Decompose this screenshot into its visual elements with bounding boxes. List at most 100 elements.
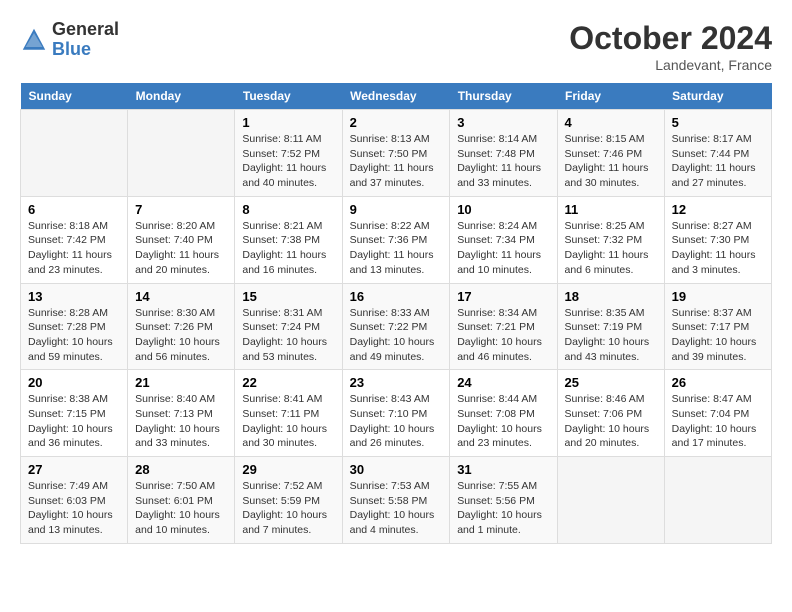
calendar-cell: 4Sunrise: 8:15 AMSunset: 7:46 PMDaylight… <box>557 110 664 197</box>
day-number: 17 <box>457 289 549 304</box>
calendar-cell: 7Sunrise: 8:20 AMSunset: 7:40 PMDaylight… <box>128 196 235 283</box>
day-info: Sunrise: 8:24 AMSunset: 7:34 PMDaylight:… <box>457 220 541 276</box>
day-info: Sunrise: 8:41 AMSunset: 7:11 PMDaylight:… <box>242 393 327 449</box>
day-info: Sunrise: 8:31 AMSunset: 7:24 PMDaylight:… <box>242 307 327 363</box>
calendar-week-3: 13 Sunrise: 8:28 AMSunset: 7:28 PMDayligh… <box>21 283 772 370</box>
logo-general: General <box>52 20 119 40</box>
calendar-cell <box>21 110 128 197</box>
day-number: 9 <box>350 202 443 217</box>
calendar-week-4: 20 Sunrise: 8:38 AMSunset: 7:15 PMDayligh… <box>21 370 772 457</box>
day-info: Sunrise: 8:14 AMSunset: 7:48 PMDaylight:… <box>457 133 541 189</box>
day-info: Sunrise: 8:27 AMSunset: 7:30 PMDaylight:… <box>672 220 756 276</box>
day-number: 20 <box>28 375 120 390</box>
calendar-cell: 9Sunrise: 8:22 AMSunset: 7:36 PMDaylight… <box>342 196 450 283</box>
day-info: Sunrise: 8:25 AMSunset: 7:32 PMDaylight:… <box>565 220 649 276</box>
day-number: 2 <box>350 115 443 130</box>
calendar-cell: 18 Sunrise: 8:35 AMSunset: 7:19 PMDayligh… <box>557 283 664 370</box>
day-number: 24 <box>457 375 549 390</box>
calendar-cell: 3 Sunrise: 8:14 AMSunset: 7:48 PMDaylight… <box>450 110 557 197</box>
day-number: 1 <box>242 115 334 130</box>
calendar-cell: 28Sunrise: 7:50 AMSunset: 6:01 PMDayligh… <box>128 457 235 544</box>
day-info: Sunrise: 8:44 AMSunset: 7:08 PMDaylight:… <box>457 393 542 449</box>
day-info: Sunrise: 8:46 AMSunset: 7:06 PMDaylight:… <box>565 393 650 449</box>
day-info: Sunrise: 8:34 AMSunset: 7:21 PMDaylight:… <box>457 307 542 363</box>
calendar-week-1: 1 Sunrise: 8:11 AMSunset: 7:52 PMDaylight… <box>21 110 772 197</box>
day-info: Sunrise: 7:50 AMSunset: 6:01 PMDaylight:… <box>135 480 220 536</box>
day-number: 14 <box>135 289 227 304</box>
calendar-cell: 8 Sunrise: 8:21 AMSunset: 7:38 PMDaylight… <box>235 196 342 283</box>
logo-icon <box>20 26 48 54</box>
day-info: Sunrise: 7:52 AMSunset: 5:59 PMDaylight:… <box>242 480 327 536</box>
day-number: 23 <box>350 375 443 390</box>
day-header-tuesday: Tuesday <box>235 83 342 110</box>
main-title: October 2024 <box>569 20 772 57</box>
calendar-cell: 30 Sunrise: 7:53 AMSunset: 5:58 PMDayligh… <box>342 457 450 544</box>
day-number: 16 <box>350 289 443 304</box>
calendar-cell: 16 Sunrise: 8:33 AMSunset: 7:22 PMDayligh… <box>342 283 450 370</box>
day-number: 25 <box>565 375 657 390</box>
day-number: 18 <box>565 289 657 304</box>
day-number: 3 <box>457 115 549 130</box>
logo-text: General Blue <box>52 20 119 60</box>
day-number: 29 <box>242 462 334 477</box>
calendar-cell: 12 Sunrise: 8:27 AMSunset: 7:30 PMDayligh… <box>664 196 771 283</box>
subtitle: Landevant, France <box>569 57 772 73</box>
calendar-cell: 29 Sunrise: 7:52 AMSunset: 5:59 PMDayligh… <box>235 457 342 544</box>
day-number: 6 <box>28 202 120 217</box>
day-info: Sunrise: 8:28 AMSunset: 7:28 PMDaylight:… <box>28 307 113 363</box>
day-header-friday: Friday <box>557 83 664 110</box>
day-number: 7 <box>135 202 227 217</box>
day-number: 21 <box>135 375 227 390</box>
day-info: Sunrise: 8:40 AMSunset: 7:13 PMDaylight:… <box>135 393 220 449</box>
calendar-cell: 22Sunrise: 8:41 AMSunset: 7:11 PMDayligh… <box>235 370 342 457</box>
day-info: Sunrise: 8:38 AMSunset: 7:15 PMDaylight:… <box>28 393 113 449</box>
calendar-cell: 24 Sunrise: 8:44 AMSunset: 7:08 PMDayligh… <box>450 370 557 457</box>
day-info: Sunrise: 8:13 AMSunset: 7:50 PMDaylight:… <box>350 133 434 189</box>
calendar-cell: 21 Sunrise: 8:40 AMSunset: 7:13 PMDayligh… <box>128 370 235 457</box>
day-number: 13 <box>28 289 120 304</box>
logo-blue: Blue <box>52 40 119 60</box>
day-number: 11 <box>565 202 657 217</box>
calendar-cell: 19Sunrise: 8:37 AMSunset: 7:17 PMDayligh… <box>664 283 771 370</box>
day-info: Sunrise: 8:47 AMSunset: 7:04 PMDaylight:… <box>672 393 757 449</box>
calendar-cell: 17 Sunrise: 8:34 AMSunset: 7:21 PMDayligh… <box>450 283 557 370</box>
day-info: Sunrise: 7:55 AMSunset: 5:56 PMDaylight:… <box>457 480 542 536</box>
calendar-header-row: SundayMondayTuesdayWednesdayThursdayFrid… <box>21 83 772 110</box>
day-info: Sunrise: 7:53 AMSunset: 5:58 PMDaylight:… <box>350 480 435 536</box>
calendar-cell: 31 Sunrise: 7:55 AMSunset: 5:56 PMDayligh… <box>450 457 557 544</box>
day-number: 27 <box>28 462 120 477</box>
title-block: October 2024 Landevant, France <box>569 20 772 73</box>
day-header-saturday: Saturday <box>664 83 771 110</box>
day-number: 8 <box>242 202 334 217</box>
day-info: Sunrise: 8:21 AMSunset: 7:38 PMDaylight:… <box>242 220 326 276</box>
day-number: 12 <box>672 202 764 217</box>
day-number: 4 <box>565 115 657 130</box>
calendar-cell: 10 Sunrise: 8:24 AMSunset: 7:34 PMDayligh… <box>450 196 557 283</box>
calendar-cell: 25 Sunrise: 8:46 AMSunset: 7:06 PMDayligh… <box>557 370 664 457</box>
calendar-cell <box>128 110 235 197</box>
calendar-cell: 2 Sunrise: 8:13 AMSunset: 7:50 PMDaylight… <box>342 110 450 197</box>
day-info: Sunrise: 8:35 AMSunset: 7:19 PMDaylight:… <box>565 307 650 363</box>
day-info: Sunrise: 8:33 AMSunset: 7:22 PMDaylight:… <box>350 307 435 363</box>
calendar-week-2: 6 Sunrise: 8:18 AMSunset: 7:42 PMDaylight… <box>21 196 772 283</box>
day-number: 30 <box>350 462 443 477</box>
page-header: General Blue October 2024 Landevant, Fra… <box>20 20 772 73</box>
day-info: Sunrise: 8:18 AMSunset: 7:42 PMDaylight:… <box>28 220 112 276</box>
day-info: Sunrise: 8:11 AMSunset: 7:52 PMDaylight:… <box>242 133 326 189</box>
calendar-cell: 11 Sunrise: 8:25 AMSunset: 7:32 PMDayligh… <box>557 196 664 283</box>
calendar-cell: 13 Sunrise: 8:28 AMSunset: 7:28 PMDayligh… <box>21 283 128 370</box>
calendar-cell: 1 Sunrise: 8:11 AMSunset: 7:52 PMDaylight… <box>235 110 342 197</box>
day-info: Sunrise: 8:37 AMSunset: 7:17 PMDaylight:… <box>672 307 757 363</box>
day-number: 31 <box>457 462 549 477</box>
calendar-cell: 15Sunrise: 8:31 AMSunset: 7:24 PMDayligh… <box>235 283 342 370</box>
calendar-table: SundayMondayTuesdayWednesdayThursdayFrid… <box>20 83 772 544</box>
calendar-cell: 23Sunrise: 8:43 AMSunset: 7:10 PMDayligh… <box>342 370 450 457</box>
calendar-cell <box>557 457 664 544</box>
day-info: Sunrise: 8:17 AMSunset: 7:44 PMDaylight:… <box>672 133 756 189</box>
day-header-wednesday: Wednesday <box>342 83 450 110</box>
day-number: 26 <box>672 375 764 390</box>
day-info: Sunrise: 7:49 AMSunset: 6:03 PMDaylight:… <box>28 480 113 536</box>
logo: General Blue <box>20 20 119 60</box>
day-number: 10 <box>457 202 549 217</box>
day-header-monday: Monday <box>128 83 235 110</box>
